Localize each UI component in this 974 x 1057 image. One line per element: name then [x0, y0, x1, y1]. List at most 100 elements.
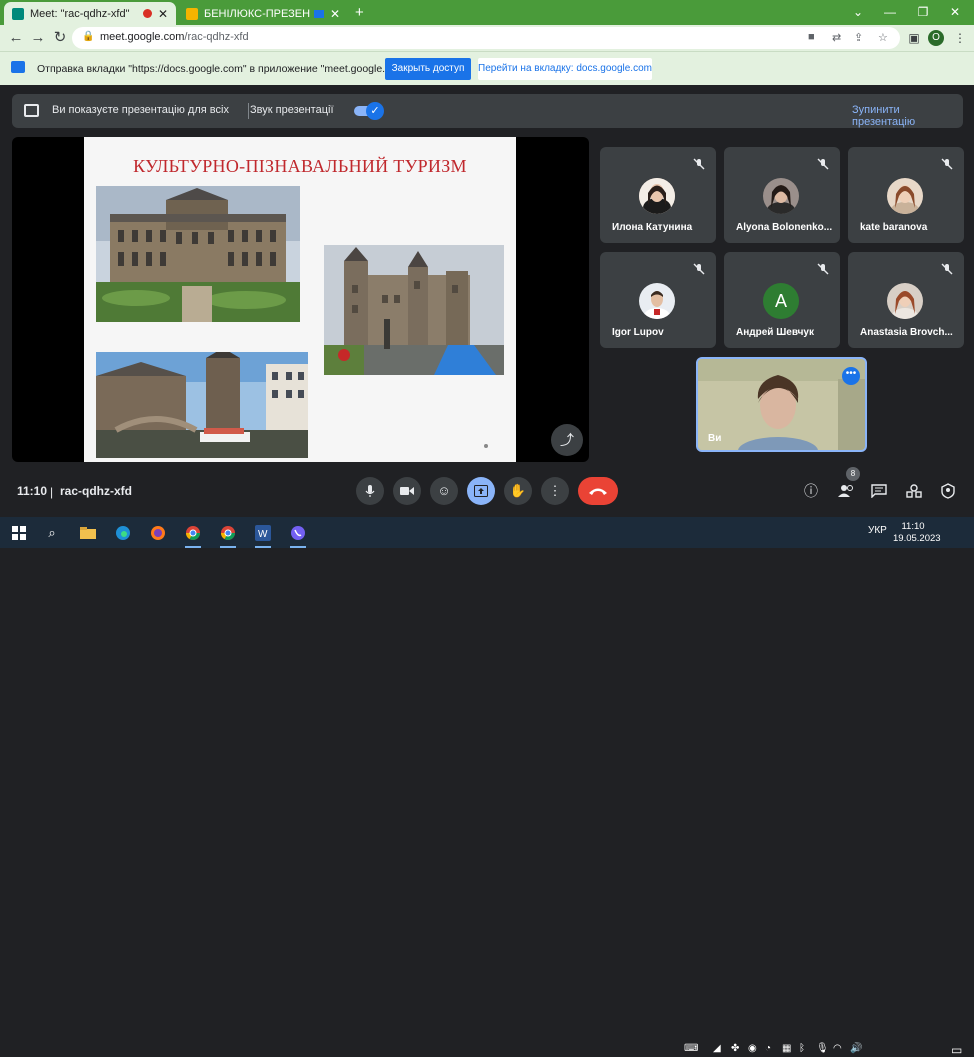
self-video-tile[interactable]: ••• Ви [696, 357, 867, 452]
participant-name: Igor Lupov [612, 327, 664, 338]
switch-to-tab-button[interactable]: Перейти на вкладку: docs.google.com [478, 58, 652, 80]
svg-text:W: W [258, 529, 268, 540]
meeting-details-icon[interactable]: ⓘ [801, 481, 821, 501]
chrome-icon[interactable] [183, 523, 203, 548]
participant-tile[interactable]: Igor Lupov [600, 252, 716, 348]
stop-presentation-button[interactable]: Зупинити презентацію [852, 104, 963, 128]
more-options-button[interactable]: ⋮ [541, 477, 569, 505]
activities-icon[interactable] [904, 481, 924, 501]
firefox-icon[interactable] [148, 523, 168, 543]
participant-name: kate baranova [860, 222, 928, 233]
tab-search-icon[interactable]: ⌄ [844, 3, 872, 21]
participant-tile[interactable]: A Андрей Шевчук [724, 252, 840, 348]
microphone-tray-icon[interactable]: 🎙 [816, 1043, 829, 1054]
chat-icon[interactable] [869, 481, 889, 501]
close-tab-icon[interactable]: ✕ [158, 7, 168, 21]
meet-favicon-icon [12, 7, 24, 20]
reactions-button[interactable]: ☺ [430, 477, 458, 505]
avatar [639, 283, 675, 319]
camera-button[interactable] [393, 477, 421, 505]
share-icon[interactable]: ⇪ [854, 31, 863, 44]
share-screen-options-button[interactable]: ⤴ [551, 424, 583, 456]
notifications-icon[interactable]: ▭ [951, 1043, 962, 1057]
slide-title: КУЛЬТУРНО-ПІЗНАВАЛЬНИЙ ТУРИЗМ [133, 156, 467, 176]
edge-icon[interactable] [113, 523, 133, 543]
network-icon[interactable]: ◢ [713, 1043, 721, 1054]
more-options-icon[interactable]: ••• [842, 367, 860, 385]
microphone-button[interactable] [356, 477, 384, 505]
recording-icon [142, 9, 152, 18]
meeting-time: 11:10 [17, 484, 48, 498]
present-now-button[interactable] [467, 477, 495, 505]
participant-tile[interactable]: Anastasia Brovch... [848, 252, 964, 348]
tray-app-icon[interactable]: ◉ [748, 1043, 757, 1054]
volume-icon[interactable]: 🔊 [850, 1043, 862, 1054]
bookmark-star-icon[interactable]: ☆ [878, 31, 888, 44]
presentation-sound-toggle[interactable]: ✓ [354, 102, 384, 120]
browser-tab-strip: Meet: "rac-qdhz-xfd" ✕ БЕНІЛЮКС-ПРЕЗЕНТА… [0, 0, 974, 25]
translate-icon[interactable]: ⇄ [832, 31, 841, 44]
participant-name: Anastasia Brovch... [860, 327, 953, 338]
windows-start-icon[interactable] [9, 523, 29, 543]
participant-tile[interactable]: Илона Катунина [600, 147, 716, 243]
divider [248, 103, 249, 119]
camera-in-use-icon[interactable]: ■ [808, 31, 815, 43]
keyboard-icon[interactable]: ⌨ [684, 1043, 698, 1054]
presentation-bar: Ви показуєте презентацію для всіх Звук п… [12, 94, 963, 128]
participant-name: Илона Катунина [612, 222, 693, 233]
new-tab-button[interactable]: + [355, 4, 364, 21]
tab-slides[interactable]: БЕНІЛЮКС-ПРЕЗЕНТА.ppt ✕ [178, 2, 348, 25]
wifi-icon[interactable]: ◠ [833, 1043, 842, 1054]
screen-share-icon [11, 61, 25, 73]
mic-off-icon [817, 263, 829, 275]
chrome-profile-icon[interactable] [218, 523, 238, 548]
slides-favicon-icon [186, 7, 198, 20]
browser-toolbar: ← → ↻ 🔒 meet.google.com/rac-qdhz-xfd ■ ⇄… [0, 25, 974, 51]
avatar [639, 178, 675, 214]
mic-off-icon [941, 158, 953, 170]
people-icon[interactable] [836, 481, 856, 501]
participant-tile[interactable]: Alyona Bolonenko... [724, 147, 840, 243]
castle-photo [324, 245, 504, 375]
tab-title: БЕНІЛЮКС-ПРЕЗЕНТА.ppt [204, 7, 310, 20]
close-window-icon[interactable]: ✕ [941, 3, 969, 21]
forward-icon[interactable]: → [28, 28, 48, 48]
presenting-text: Ви показуєте презентацію для всіх [52, 104, 229, 116]
profile-avatar[interactable]: O [928, 30, 944, 46]
letter-avatar: A [763, 283, 799, 319]
tray-app-icon[interactable]: ◔ [765, 1043, 771, 1054]
meeting-code: rac-qdhz-xfd [60, 484, 132, 498]
stop-sharing-button[interactable]: Закрыть доступ [385, 58, 471, 80]
menu-icon[interactable]: ⋮ [950, 28, 970, 48]
host-controls-icon[interactable] [938, 481, 958, 501]
restore-icon[interactable]: ❐ [909, 3, 937, 21]
video-camera-icon [400, 487, 414, 495]
clock-date: 19.05.2023 [893, 533, 941, 544]
mic-off-icon [693, 263, 705, 275]
tab-meet[interactable]: Meet: "rac-qdhz-xfd" ✕ [4, 2, 176, 25]
participant-tile[interactable]: kate baranova [848, 147, 964, 243]
tray-app-icon[interactable]: ▦ [782, 1043, 791, 1054]
word-icon[interactable]: W [253, 523, 273, 548]
slide: КУЛЬТУРНО-ПІЗНАВАЛЬНИЙ ТУРИЗМ [84, 137, 516, 462]
clock-time: 11:10 [901, 521, 925, 532]
url-text: meet.google.com/rac-qdhz-xfd [100, 31, 249, 43]
search-icon[interactable]: ⌕ [42, 523, 62, 543]
tray-app-icon[interactable]: ✤ [731, 1043, 739, 1054]
reload-icon[interactable]: ↻ [50, 28, 70, 48]
input-language[interactable]: УКР [868, 525, 887, 536]
leave-call-button[interactable] [578, 477, 618, 505]
canal-photo [96, 352, 308, 458]
taskbar-clock[interactable]: 11:10 19.05.2023 [893, 521, 941, 545]
side-panel-icon[interactable]: ▣ [904, 28, 924, 48]
address-bar[interactable]: 🔒 meet.google.com/rac-qdhz-xfd ■ ⇄ ⇪ ☆ [72, 27, 900, 49]
viber-icon[interactable] [288, 523, 308, 548]
bluetooth-icon[interactable]: ᛒ [799, 1043, 805, 1054]
minimize-icon[interactable]: — [876, 3, 904, 21]
raise-hand-button[interactable]: ✋ [504, 477, 532, 505]
presentation-stage: КУЛЬТУРНО-ПІЗНАВАЛЬНИЙ ТУРИЗМ ⤴ [12, 137, 589, 462]
back-icon[interactable]: ← [6, 28, 26, 48]
close-tab-icon[interactable]: ✕ [330, 7, 340, 21]
file-explorer-icon[interactable] [78, 523, 98, 543]
participant-name: Андрей Шевчук [736, 327, 814, 338]
